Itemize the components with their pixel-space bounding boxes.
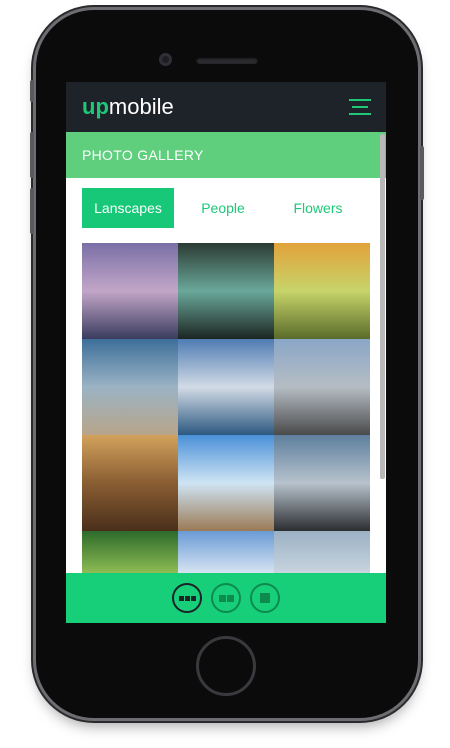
logo-bold-text: up	[82, 94, 109, 119]
photo-thumbnail-beach-shore[interactable]	[82, 339, 178, 435]
photo-thumbnail-dusty-jeep[interactable]	[82, 435, 178, 531]
power-button	[420, 146, 424, 200]
photo-thumbnail-wooden-pier[interactable]	[178, 435, 274, 531]
tab-landscapes[interactable]: Lanscapes	[82, 188, 174, 228]
photo-thumbnail-volcano-sunset[interactable]	[82, 243, 178, 339]
view-mode-bar	[66, 573, 386, 623]
volume-up-button	[30, 132, 34, 178]
photo-thumbnail-cloudy-sky[interactable]	[178, 531, 274, 573]
photo-thumbnail-desert-road[interactable]	[274, 339, 370, 435]
logo-regular-text: mobile	[108, 94, 174, 119]
front-camera	[159, 53, 172, 66]
volume-down-button	[30, 188, 34, 234]
tab-flowers[interactable]: Flowers	[272, 188, 364, 228]
page-title-bar: PHOTO GALLERY	[66, 132, 386, 178]
mute-switch	[30, 80, 34, 102]
tab-people[interactable]: People	[174, 188, 272, 228]
photo-thumbnail-green-scooter[interactable]	[178, 243, 274, 339]
top-navbar: upmobile	[66, 82, 386, 132]
photo-thumbnail-forest-path[interactable]	[82, 531, 178, 573]
photo-thumbnail-mountain-lake[interactable]	[178, 339, 274, 435]
photo-thumbnail-hazy-hills[interactable]	[274, 531, 370, 573]
photo-thumbnail-plane-wreck[interactable]	[274, 435, 370, 531]
category-tabs: Lanscapes People Flowers	[82, 188, 364, 228]
grid-1-view-button[interactable]	[250, 583, 280, 613]
photo-grid	[82, 243, 370, 573]
app-logo[interactable]: upmobile	[82, 94, 174, 120]
grid-2-view-button[interactable]	[211, 583, 241, 613]
grid-3-view-button[interactable]	[172, 583, 202, 613]
hamburger-menu-icon[interactable]	[349, 99, 371, 115]
app-screen: upmobile PHOTO GALLERY Lanscapes People …	[66, 82, 386, 623]
scrollbar-thumb[interactable]	[380, 134, 385, 479]
earpiece-speaker	[196, 57, 258, 64]
photo-thumbnail-yellow-tulip[interactable]	[274, 243, 370, 339]
page-title: PHOTO GALLERY	[82, 147, 204, 163]
home-button[interactable]	[196, 636, 256, 696]
